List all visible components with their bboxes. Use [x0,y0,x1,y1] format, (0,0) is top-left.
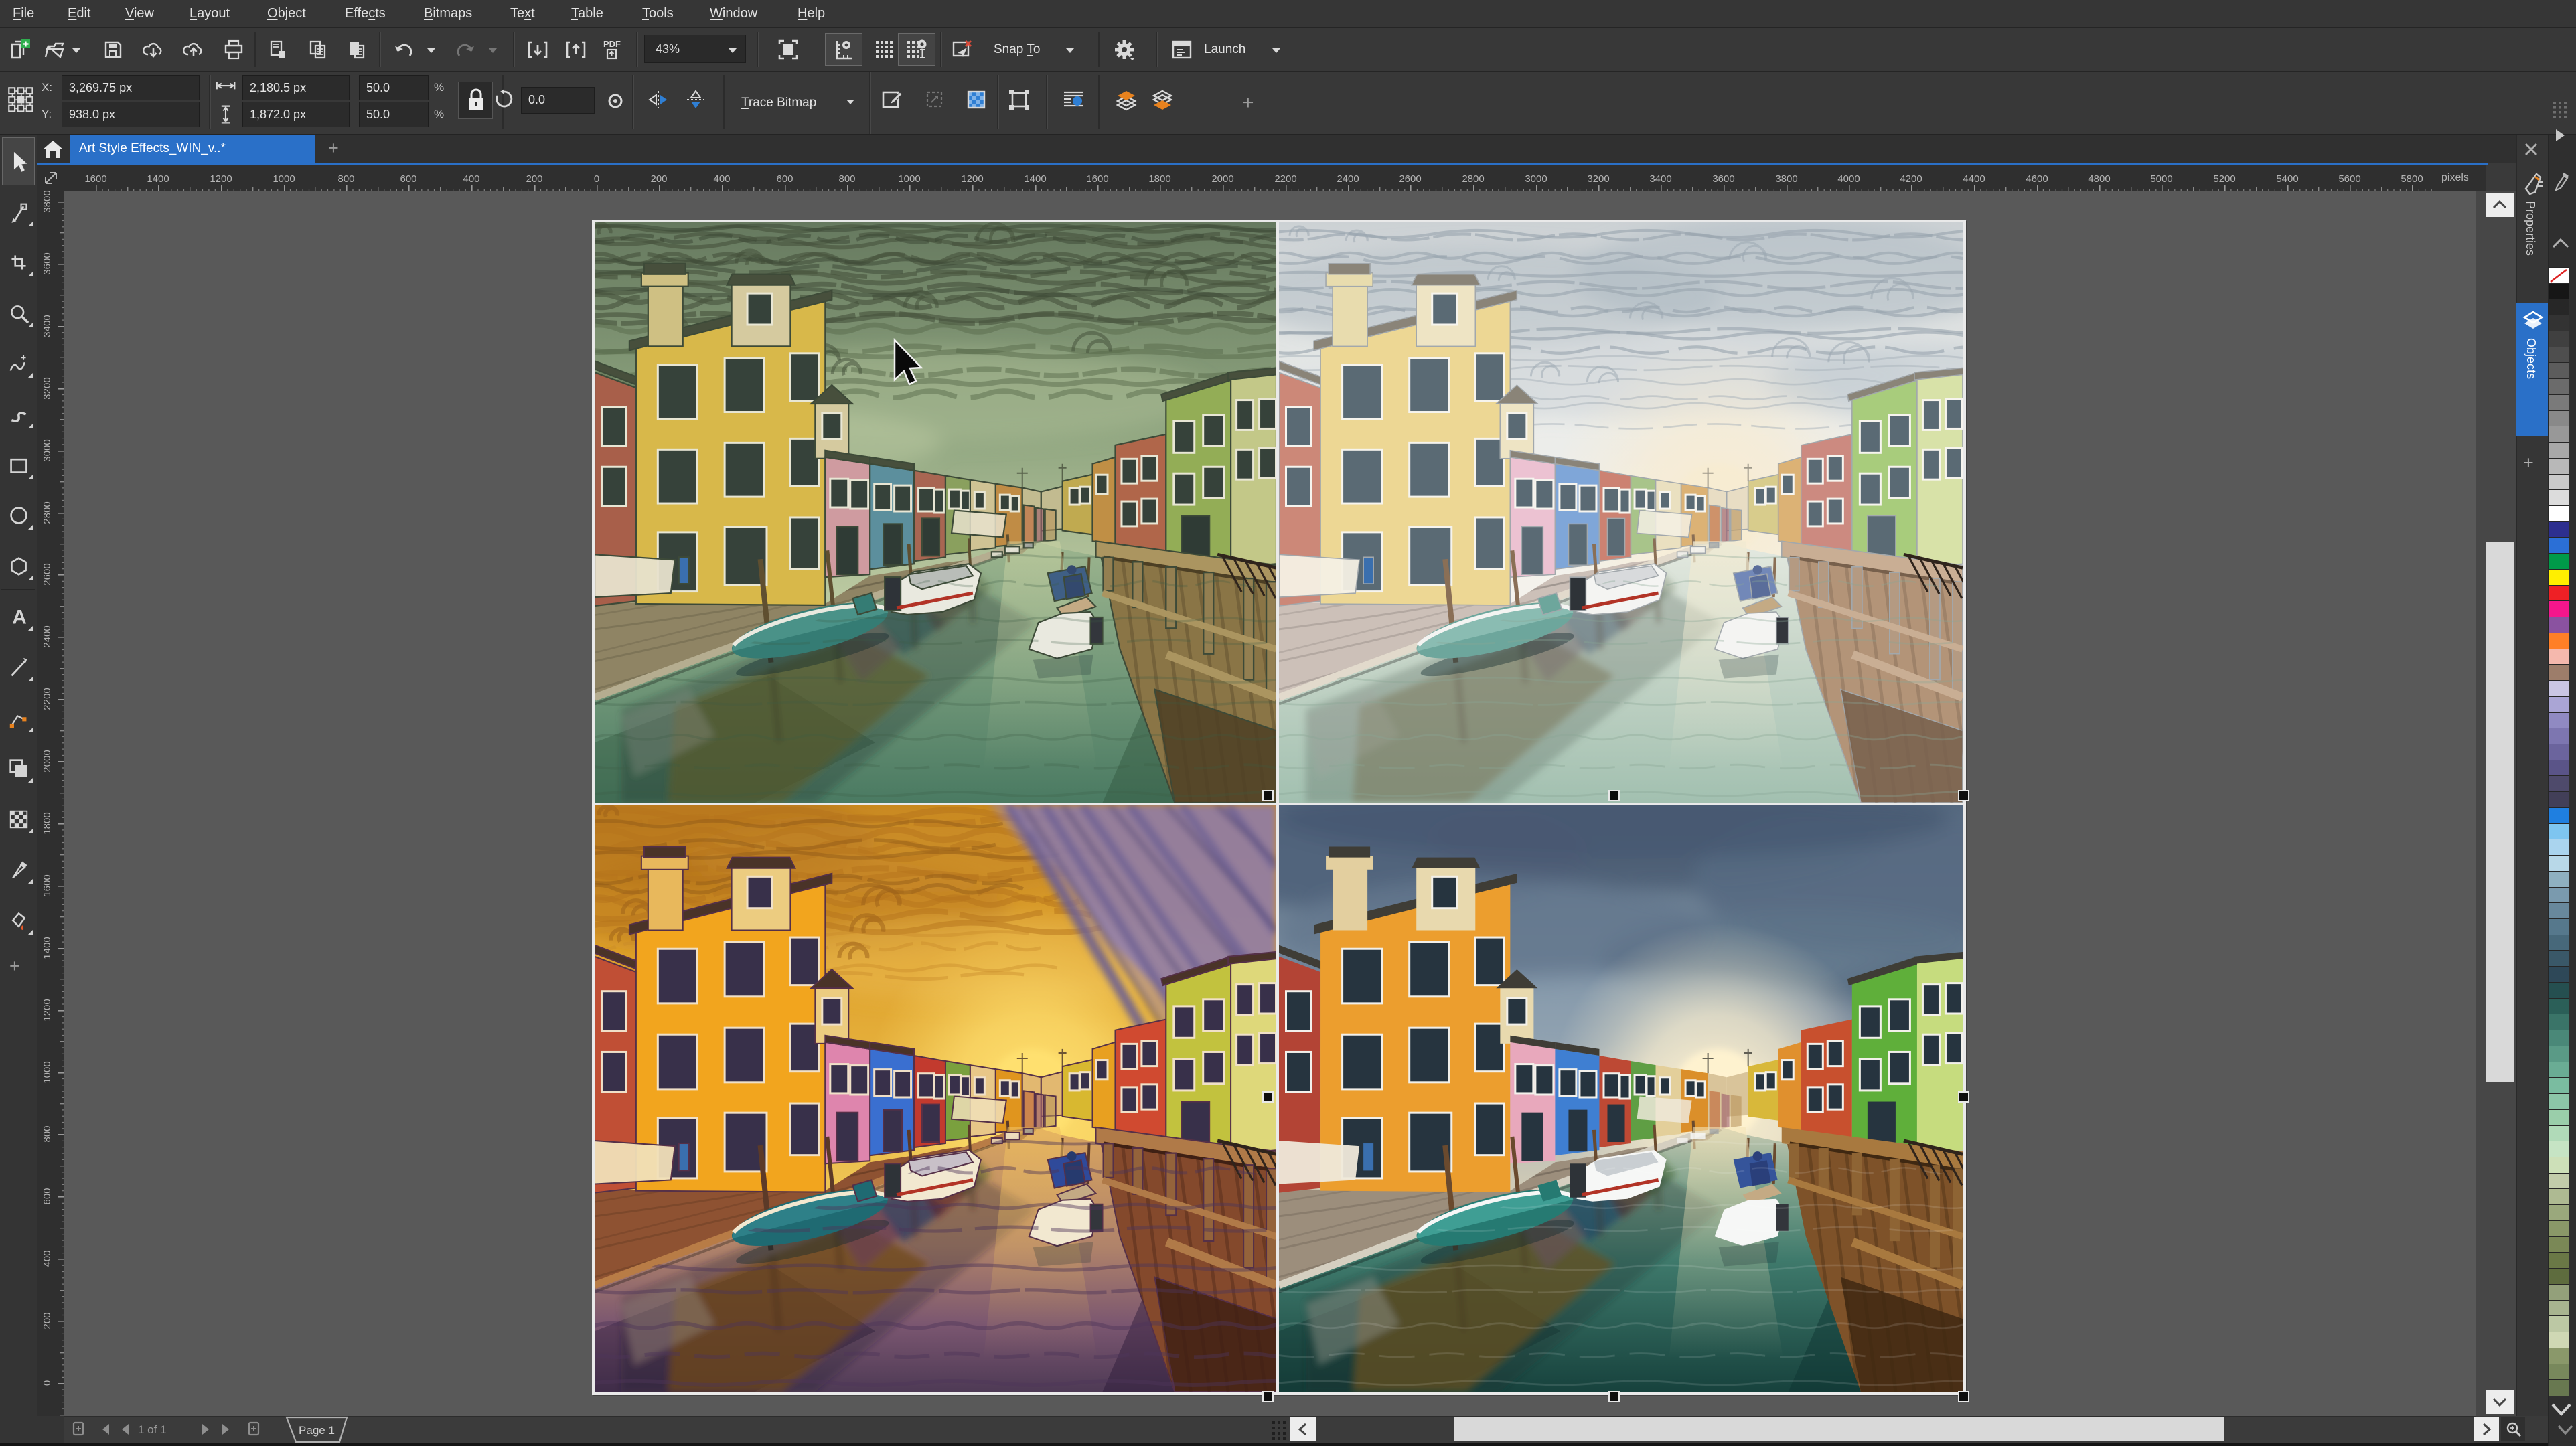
svg-text:1600: 1600 [1086,173,1108,185]
svg-text:3800: 3800 [1775,173,1797,185]
svg-text:5000: 5000 [2150,173,2172,185]
svg-text:2000: 2000 [42,750,53,772]
svg-text:4200: 4200 [1900,173,1922,185]
svg-text:5600: 5600 [2338,173,2360,185]
svg-text:1000: 1000 [42,1061,53,1083]
svg-text:3600: 3600 [42,252,53,274]
svg-text:1400: 1400 [147,173,169,185]
svg-text:800: 800 [337,173,354,185]
svg-text:3200: 3200 [42,377,53,399]
svg-text:1000: 1000 [898,173,920,185]
svg-text:5400: 5400 [2276,173,2298,185]
svg-text:1200: 1200 [42,999,53,1021]
svg-text:3400: 3400 [42,315,53,337]
svg-text:3600: 3600 [1712,173,1734,185]
svg-text:1600: 1600 [84,173,106,185]
svg-text:4600: 4600 [2026,173,2048,185]
svg-text:200: 200 [42,1312,53,1329]
svg-text:5800: 5800 [2401,173,2423,185]
svg-text:5200: 5200 [2213,173,2235,185]
svg-text:800: 800 [838,173,855,185]
svg-text:200: 200 [650,173,667,185]
svg-text:400: 400 [463,173,479,185]
svg-text:400: 400 [42,1250,53,1267]
svg-text:2800: 2800 [42,501,53,524]
svg-text:1800: 1800 [42,812,53,834]
svg-text:1400: 1400 [1024,173,1046,185]
svg-text:1400: 1400 [42,937,53,959]
svg-text:800: 800 [42,1125,53,1142]
svg-text:2600: 2600 [1399,173,1421,185]
svg-text:2400: 2400 [42,625,53,647]
svg-text:200: 200 [526,173,542,185]
svg-text:3800: 3800 [42,191,53,213]
svg-text:2200: 2200 [42,688,53,710]
svg-text:600: 600 [776,173,793,185]
svg-text:2800: 2800 [1462,173,1484,185]
svg-text:600: 600 [400,173,416,185]
svg-text:4800: 4800 [2088,173,2110,185]
svg-text:1000: 1000 [273,173,295,185]
svg-text:4400: 4400 [1963,173,1985,185]
svg-text:3200: 3200 [1587,173,1609,185]
svg-text:400: 400 [713,173,730,185]
svg-text:0: 0 [42,1380,53,1386]
svg-text:Page 1: Page 1 [299,1424,335,1437]
svg-text:3000: 3000 [1525,173,1547,185]
svg-text:2400: 2400 [1337,173,1359,185]
svg-text:3000: 3000 [42,439,53,461]
svg-text:1800: 1800 [1148,173,1170,185]
svg-text:PDF: PDF [603,39,621,49]
svg-text:0: 0 [594,173,599,185]
svg-text:2000: 2000 [1211,173,1233,185]
svg-text:2600: 2600 [42,563,53,585]
svg-text:1200: 1200 [961,173,983,185]
svg-text:3400: 3400 [1649,173,1671,185]
svg-text:1600: 1600 [42,874,53,896]
svg-text:600: 600 [42,1188,53,1204]
svg-text:2200: 2200 [1274,173,1296,185]
svg-text:A: A [12,607,27,629]
svg-text:1200: 1200 [210,173,232,185]
svg-text:4000: 4000 [1837,173,1860,185]
